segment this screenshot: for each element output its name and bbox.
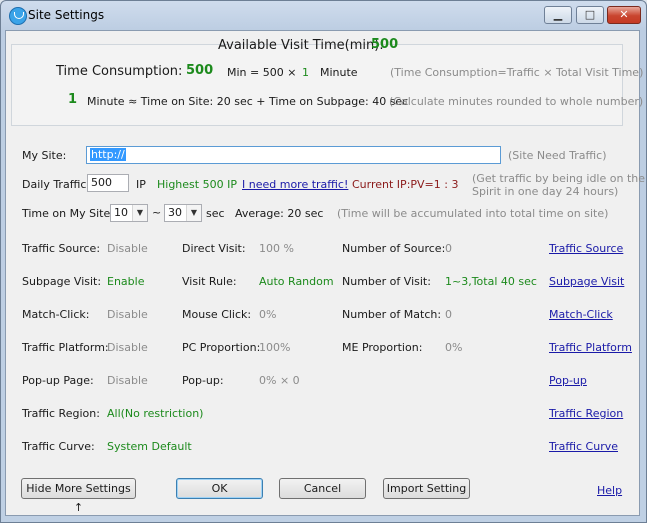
setting-label: Traffic Region: [22,407,100,420]
setting-label: Mouse Click: [182,308,252,321]
import-setting-button[interactable]: Import Setting [383,478,470,499]
time-from-value: 10 [114,206,128,219]
window-title: Site Settings [28,8,105,22]
minute-note: (Calculate minutes rounded to whole numb… [389,95,644,108]
setting-link[interactable]: Traffic Platform [549,341,632,354]
setting-value: All(No restriction) [107,407,204,420]
setting-value: Auto Random [259,275,334,288]
time-to-value: 30 [168,206,182,219]
minimize-button[interactable]: ▁ [544,6,572,24]
time-range-tilde: ~ [152,206,162,219]
time-note: (Time will be accumulated into total tim… [337,207,609,220]
formula-note: (Time Consumption=Traffic × Total Visit … [390,66,644,79]
daily-traffic-note-2: Spirit in one day 24 hours) [472,185,619,198]
setting-value: Disable [107,242,148,255]
setting-label: ME Proportion: [342,341,423,354]
setting-link[interactable]: Subpage Visit [549,275,624,288]
setting-label: Traffic Platform: [22,341,109,354]
my-site-note: (Site Need Traffic) [508,149,607,162]
setting-label: Match-Click: [22,308,90,321]
available-visit-time-value: 500 [371,37,399,52]
setting-label: PC Proportion: [182,341,261,354]
ok-button[interactable]: OK [176,478,263,499]
setting-label: Number of Visit: [342,275,431,288]
setting-link[interactable]: Traffic Region [549,407,623,420]
chevron-down-icon: ▼ [132,205,147,221]
minute-number: 1 [68,92,78,107]
daily-traffic-note-1: (Get traffic by being idle on the [472,172,646,185]
setting-label: Traffic Curve: [22,440,95,453]
time-to-select[interactable]: 30 ▼ [164,204,202,222]
hide-more-settings-button[interactable]: Hide More Settings ↑ [21,478,136,514]
time-from-select[interactable]: 10 ▼ [110,204,148,222]
maximize-button[interactable]: □ [576,6,604,24]
time-unit: sec [206,207,225,220]
setting-label: Visit Rule: [182,275,237,288]
highest-traffic: Highest 500 IP [157,178,237,191]
setting-link[interactable]: Pop-up [549,374,587,387]
maximize-icon: □ [584,8,596,21]
setting-value: 100 % [259,242,294,255]
setting-value: Disable [107,341,148,354]
formula-number: 1 [302,66,309,79]
app-logo-icon [9,7,27,25]
close-button[interactable]: ✕ [607,6,641,24]
setting-value: Disable [107,308,148,321]
setting-label: Pop-up: [182,374,224,387]
minimize-icon: ▁ [553,8,563,21]
time-consumption-value: 500 [186,63,214,78]
my-site-input-value: http:// [90,148,126,161]
current-ip-pv: Current IP:PV=1 : 3 [352,178,459,191]
daily-traffic-label: Daily Traffic: [22,178,91,191]
setting-value: 0% × 0 [259,374,300,387]
setting-value: 0% [445,341,463,354]
setting-label: Subpage Visit: [22,275,102,288]
daily-traffic-input[interactable]: 500 [87,174,129,192]
setting-value: 0% [259,308,277,321]
setting-label: Traffic Source: [22,242,101,255]
setting-label: Number of Source: [342,242,446,255]
setting-value: 1~3,Total 40 sec [445,275,537,288]
help-link[interactable]: Help [597,484,622,497]
formula-unit: Minute [320,66,358,79]
setting-label: Direct Visit: [182,242,246,255]
setting-label: Number of Match: [342,308,442,321]
setting-value: 0 [445,242,452,255]
formula-left: Min = 500 × [227,66,297,79]
my-site-input[interactable]: http:// [86,146,501,164]
cancel-button[interactable]: Cancel [279,478,366,499]
close-icon: ✕ [619,8,629,21]
daily-traffic-unit: IP [136,178,146,191]
setting-link[interactable]: Traffic Source [549,242,623,255]
setting-link[interactable]: Traffic Curve [549,440,618,453]
chevron-down-icon: ▼ [186,205,201,221]
time-average: Average: 20 sec [235,207,324,220]
setting-value: 100% [259,341,291,354]
setting-value: System Default [107,440,192,453]
setting-value: Enable [107,275,145,288]
setting-label: Pop-up Page: [22,374,94,387]
setting-value: Disable [107,374,148,387]
time-on-site-label: Time on My Site: [22,207,114,220]
my-site-label: My Site: [22,149,67,162]
available-visit-time-label: Available Visit Time(min): [218,38,384,53]
time-consumption-label: Time Consumption: [56,64,183,79]
setting-link[interactable]: Match-Click [549,308,613,321]
visit-time-summary [11,44,623,126]
minute-breakdown: Minute ≈ Time on Site: 20 sec + Time on … [87,95,409,108]
more-traffic-link[interactable]: I need more traffic! [242,178,348,191]
setting-value: 0 [445,308,452,321]
